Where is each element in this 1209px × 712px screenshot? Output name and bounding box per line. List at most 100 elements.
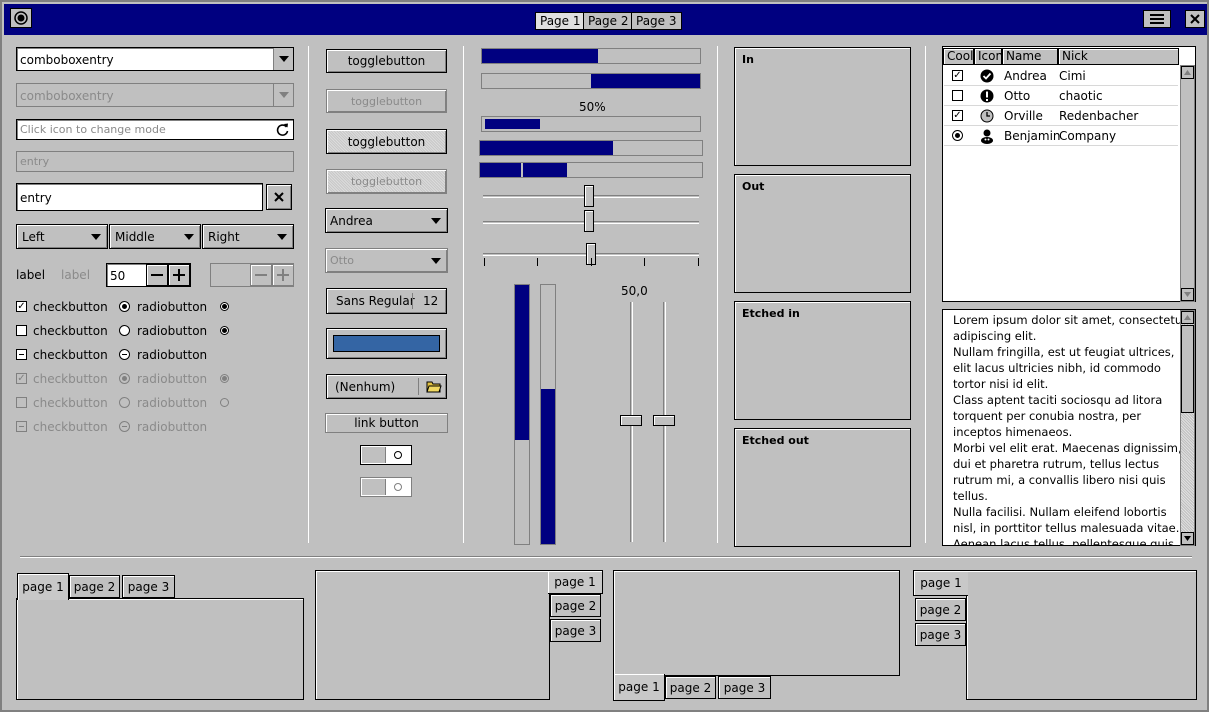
radiobutton-selected-disabled bbox=[119, 373, 130, 384]
spin-increment-button[interactable] bbox=[168, 264, 190, 286]
checkbutton-checked[interactable]: ✓ bbox=[16, 301, 27, 312]
font-button[interactable]: Sans Regular 12 bbox=[326, 288, 447, 314]
header-tab-page1[interactable]: Page 1 bbox=[535, 12, 586, 30]
radiobutton-label: radiobutton bbox=[137, 396, 208, 410]
arrow-down-icon bbox=[1184, 292, 1191, 297]
scroll-up-button[interactable] bbox=[1181, 66, 1194, 79]
vscale-2-thumb[interactable] bbox=[653, 415, 675, 426]
scale-tick bbox=[537, 258, 538, 266]
radio-small[interactable] bbox=[220, 326, 229, 335]
scroll-up-button[interactable] bbox=[1181, 311, 1194, 324]
radiobutton-selected[interactable] bbox=[119, 301, 130, 312]
row-cool-radio[interactable] bbox=[952, 130, 963, 141]
togglebutton[interactable]: togglebutton bbox=[326, 49, 447, 73]
scroll-down-button[interactable] bbox=[1181, 532, 1194, 545]
notebook-right-tab-2[interactable]: page 2 bbox=[550, 594, 601, 617]
notebook-bottom-tab-2[interactable]: page 2 bbox=[665, 676, 716, 699]
notebook-left-tab-3[interactable]: page 3 bbox=[915, 623, 966, 646]
arrow-up-icon bbox=[1184, 70, 1191, 75]
notebook-left-tab-2[interactable]: page 2 bbox=[915, 598, 966, 621]
tree-header-nick[interactable]: Nick bbox=[1058, 48, 1179, 65]
row-cool-checkbox[interactable]: ✓ bbox=[952, 110, 963, 121]
togglebutton-active[interactable]: togglebutton bbox=[326, 129, 447, 154]
entry-field[interactable]: entry bbox=[16, 183, 263, 211]
spin-increment-disabled bbox=[272, 264, 294, 286]
notebook-left-tab-1[interactable]: page 1 bbox=[913, 570, 968, 596]
header-tab-page2[interactable]: Page 2 bbox=[583, 12, 634, 30]
dropdown-right-label: Right bbox=[208, 229, 240, 244]
notebook-top-tab-3[interactable]: page 3 bbox=[122, 575, 175, 598]
radiobutton-label: radiobutton bbox=[137, 420, 208, 434]
vprogress-1 bbox=[514, 284, 530, 545]
radiobutton-label: radiobutton bbox=[137, 300, 208, 314]
tree-row[interactable]: Benjamin Company bbox=[944, 126, 1178, 146]
notebook-right-tab-1[interactable]: page 1 bbox=[548, 570, 603, 594]
tree-header-cool[interactable]: Cool bbox=[943, 48, 974, 65]
switch-off[interactable] bbox=[360, 445, 412, 465]
arrow-up-icon bbox=[1184, 315, 1191, 320]
notebook-right-tab-3[interactable]: page 3 bbox=[550, 619, 601, 642]
separator bbox=[717, 46, 718, 543]
refresh-icon[interactable] bbox=[276, 123, 289, 136]
checkbutton-label: checkbutton bbox=[33, 300, 108, 314]
chevron-down-icon bbox=[277, 234, 287, 240]
row-name: Benjamin bbox=[1004, 129, 1061, 143]
tree-header-name[interactable]: Name bbox=[1002, 48, 1058, 65]
checkbutton-unchecked-disabled bbox=[16, 397, 27, 408]
clear-entry-button[interactable] bbox=[266, 184, 292, 210]
scroll-thumb[interactable] bbox=[1181, 325, 1194, 413]
dropdown-left[interactable]: Left bbox=[16, 224, 108, 249]
row-cool-checkbox[interactable]: ✓ bbox=[952, 70, 963, 81]
combo-otto-disabled: Otto bbox=[325, 248, 448, 273]
combo-andrea[interactable]: Andrea bbox=[325, 208, 448, 233]
color-button[interactable] bbox=[326, 328, 447, 359]
scroll-down-button[interactable] bbox=[1181, 288, 1194, 301]
tree-row[interactable]: ✓ Orville Redenbacher bbox=[944, 106, 1178, 126]
togglebutton-active-disabled: togglebutton bbox=[326, 169, 447, 194]
separator bbox=[308, 46, 309, 543]
dropdown-middle[interactable]: Middle bbox=[109, 224, 201, 249]
tree-scrollbar[interactable] bbox=[1180, 65, 1195, 302]
minus-icon bbox=[255, 274, 267, 276]
radiobutton-unselected[interactable] bbox=[119, 325, 130, 336]
vprogress-2-inverted bbox=[540, 284, 556, 545]
tree-header-icon[interactable]: Icon bbox=[974, 48, 1003, 65]
checkbutton-unchecked[interactable] bbox=[16, 325, 27, 336]
radiobutton-unselected-disabled bbox=[119, 397, 130, 408]
combo-arrow-button[interactable] bbox=[273, 48, 293, 70]
tree-row[interactable]: ✓ Andrea Cimi bbox=[944, 66, 1178, 86]
comboboxentry-2-disabled: comboboxentry bbox=[16, 83, 294, 107]
hscale-2-thumb[interactable] bbox=[584, 210, 594, 232]
text-view[interactable]: Lorem ipsum dolor sit amet, consectetur a… bbox=[942, 309, 1196, 546]
comboboxentry-2-text: comboboxentry bbox=[20, 89, 114, 103]
row-nick: Redenbacher bbox=[1059, 109, 1139, 123]
chevron-down-icon bbox=[431, 258, 441, 264]
checkbutton-inconsistent[interactable] bbox=[16, 349, 27, 360]
notebook-bottom-tab-1[interactable]: page 1 bbox=[613, 674, 665, 701]
notebook-top-tab-1[interactable]: page 1 bbox=[17, 573, 69, 600]
window-close-button[interactable] bbox=[1185, 10, 1205, 28]
color-swatch bbox=[333, 335, 440, 352]
notebook-top-tab-2[interactable]: page 2 bbox=[69, 575, 120, 598]
comboboxentry-1[interactable]: comboboxentry bbox=[16, 47, 294, 71]
radio-small-selected[interactable] bbox=[220, 302, 229, 311]
header-tab-page3[interactable]: Page 3 bbox=[631, 12, 682, 30]
text-scrollbar[interactable] bbox=[1180, 310, 1195, 546]
app-menu-button[interactable] bbox=[10, 8, 32, 28]
link-button[interactable]: link button bbox=[325, 413, 448, 433]
file-chooser-button[interactable]: (Nenhum) bbox=[326, 374, 447, 399]
progress-label: 50% bbox=[579, 100, 606, 114]
hscale-1-thumb[interactable] bbox=[584, 185, 594, 207]
row-cool-checkbox[interactable] bbox=[952, 90, 963, 101]
spin-decrement-button[interactable] bbox=[146, 264, 168, 286]
frame-etched-out: Etched out bbox=[734, 428, 911, 547]
tree-row[interactable]: Otto chaotic bbox=[944, 86, 1178, 106]
file-chooser-label: (Nenhum) bbox=[335, 379, 396, 394]
vscale-1-thumb[interactable] bbox=[620, 415, 642, 426]
menu-button[interactable] bbox=[1143, 10, 1171, 28]
notebook-bottom-tab-3[interactable]: page 3 bbox=[718, 676, 771, 699]
dropdown-right[interactable]: Right bbox=[202, 224, 294, 249]
mode-entry[interactable]: Click icon to change mode bbox=[16, 119, 294, 140]
label: label bbox=[16, 268, 46, 282]
radiobutton-inconsistent[interactable] bbox=[119, 349, 130, 360]
